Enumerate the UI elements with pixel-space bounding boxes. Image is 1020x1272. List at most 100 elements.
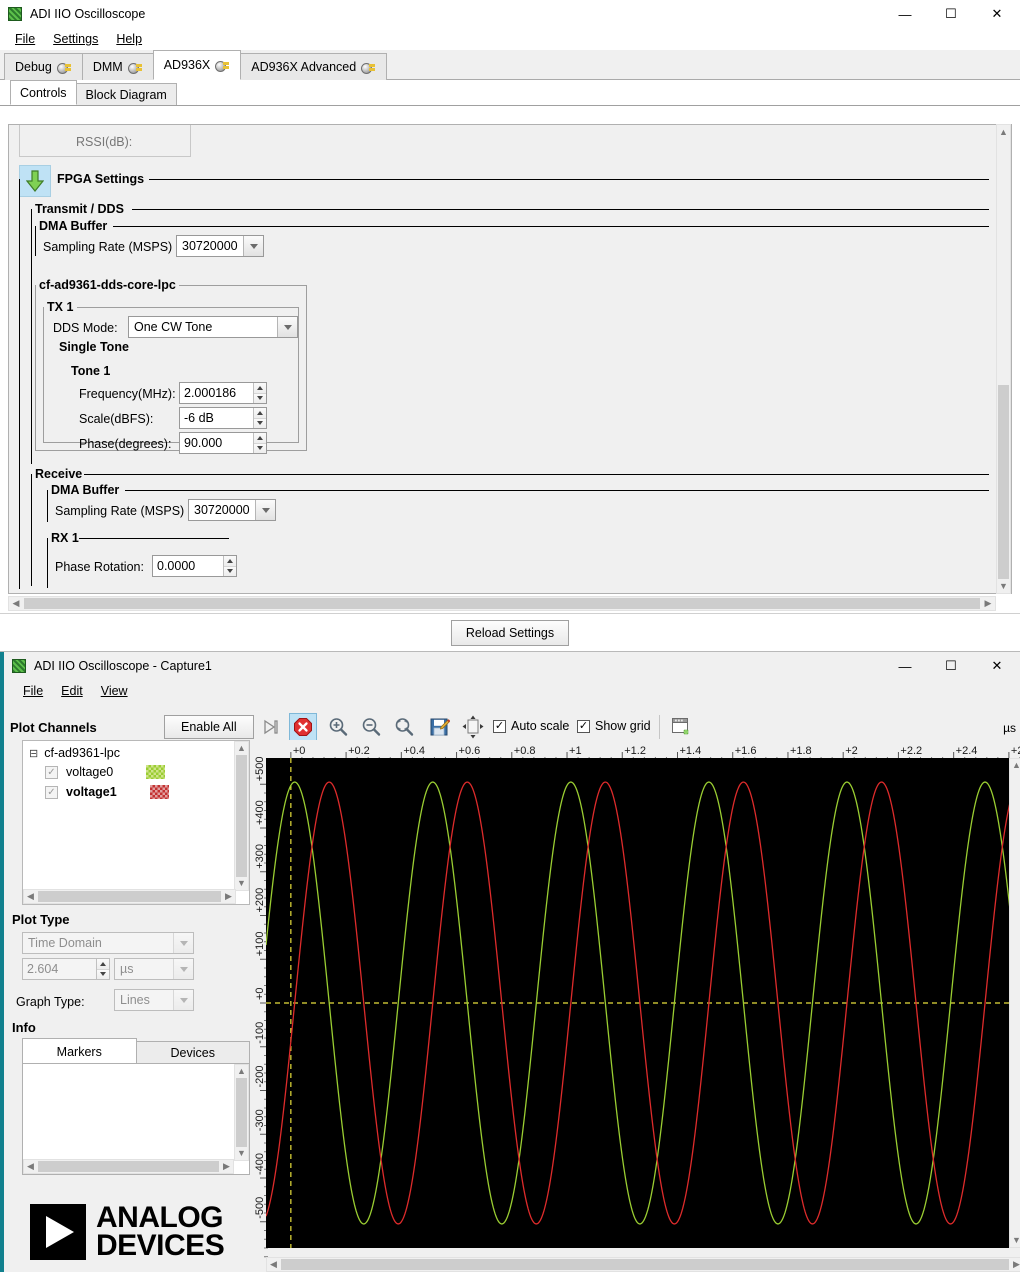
settings-vscrollbar[interactable]: ▲ ▼ xyxy=(996,124,1011,594)
markers-hscroll-thumb[interactable] xyxy=(38,1161,219,1172)
menu-edit[interactable]: Edit xyxy=(54,682,90,700)
scroll-left-icon[interactable]: ◀ xyxy=(24,1162,37,1171)
new-plot-button[interactable] xyxy=(667,713,695,741)
markers-list[interactable] xyxy=(23,1064,234,1159)
menu-file[interactable]: File xyxy=(16,682,50,700)
play-step-button[interactable] xyxy=(257,713,285,741)
scroll-down-icon[interactable]: ▼ xyxy=(999,579,1008,593)
tree-channel-row[interactable]: ✓ voltage1 xyxy=(23,779,234,799)
channels-vscroll-thumb[interactable] xyxy=(236,755,247,877)
plot-hscroll-thumb[interactable] xyxy=(281,1259,1009,1270)
checkbox-box[interactable]: ✓ xyxy=(493,719,506,733)
scroll-right-icon[interactable]: ▶ xyxy=(981,599,995,608)
markers-hscrollbar[interactable]: ◀ ▶ xyxy=(23,1159,234,1174)
spin-down-icon[interactable] xyxy=(254,418,266,428)
scale-spin-buttons[interactable] xyxy=(253,408,266,428)
markers-vscroll-thumb[interactable] xyxy=(236,1078,247,1147)
auto-scale-checkbox[interactable]: ✓ Auto scale xyxy=(493,719,569,733)
settings-hscroll-thumb[interactable] xyxy=(24,598,980,609)
tab-debug[interactable]: Debug xyxy=(4,53,83,80)
samples-unit-combo[interactable]: µs xyxy=(114,958,194,980)
tab-ad936x[interactable]: AD936X xyxy=(152,50,242,80)
tab-ad936x-advanced[interactable]: AD936X Advanced xyxy=(240,53,388,80)
plot-hscrollbar[interactable]: ◀ ▶ xyxy=(266,1257,1020,1272)
channels-hscroll-thumb[interactable] xyxy=(38,891,221,902)
settings-hscrollbar[interactable]: ◀ ▶ xyxy=(8,596,996,611)
scroll-down-icon[interactable]: ▼ xyxy=(237,877,246,890)
fpga-settings-expander[interactable] xyxy=(19,165,51,197)
dds-mode-combo[interactable]: One CW Tone xyxy=(128,316,298,338)
scroll-right-icon[interactable]: ▶ xyxy=(1010,1260,1020,1269)
scroll-right-icon[interactable]: ▶ xyxy=(220,1162,233,1171)
scroll-up-icon[interactable]: ▲ xyxy=(237,742,246,755)
scroll-left-icon[interactable]: ◀ xyxy=(9,599,23,608)
channel-checkbox[interactable]: ✓ xyxy=(45,785,58,799)
spin-up-icon[interactable] xyxy=(97,959,109,970)
graph-type-combo[interactable]: Lines xyxy=(114,989,194,1011)
zoom-in-button[interactable] xyxy=(324,713,352,741)
scroll-up-icon[interactable]: ▲ xyxy=(237,1065,246,1078)
scroll-up-icon[interactable]: ▲ xyxy=(1012,759,1020,772)
frequency-spin-buttons[interactable] xyxy=(253,383,266,403)
scale-spinner[interactable]: -6 dB xyxy=(179,407,267,429)
scroll-down-icon[interactable]: ▼ xyxy=(237,1147,246,1160)
tab-markers[interactable]: Markers xyxy=(22,1038,137,1064)
spin-down-icon[interactable] xyxy=(254,443,266,453)
settings-vscroll-thumb[interactable] xyxy=(998,385,1009,579)
phase-spinner[interactable]: 90.000 xyxy=(179,432,267,454)
checkbox-box[interactable]: ✓ xyxy=(577,719,590,733)
maximize-button[interactable]: ☐ xyxy=(928,652,974,680)
channel-color-swatch[interactable] xyxy=(146,765,166,779)
subtab-controls[interactable]: Controls xyxy=(10,80,77,105)
show-grid-checkbox[interactable]: ✓ Show grid xyxy=(577,719,651,733)
channels-hscrollbar[interactable]: ◀ ▶ xyxy=(23,889,236,904)
tree-device-row[interactable]: ⊟ cf-ad9361-lpc xyxy=(23,741,234,760)
scroll-up-icon[interactable]: ▲ xyxy=(999,125,1008,139)
subtab-block-diagram[interactable]: Block Diagram xyxy=(75,83,177,105)
fullscale-button[interactable] xyxy=(459,713,487,741)
rssi-partial-field[interactable] xyxy=(128,124,190,125)
tree-channel-row[interactable]: ✓ voltage0 xyxy=(23,760,234,779)
close-button[interactable]: ✕ xyxy=(974,0,1020,28)
tree-expander-icon[interactable]: ⊟ xyxy=(29,747,38,760)
channel-color-swatch[interactable] xyxy=(149,785,169,799)
plot-vscrollbar[interactable]: ▲ ▼ xyxy=(1009,758,1020,1248)
spin-up-icon[interactable] xyxy=(254,408,266,419)
channels-vscrollbar[interactable]: ▲ ▼ xyxy=(234,741,249,891)
close-button[interactable]: ✕ xyxy=(974,652,1020,680)
minimize-button[interactable]: — xyxy=(882,0,928,28)
tab-dmm[interactable]: DMM xyxy=(81,53,154,80)
save-plot-button[interactable] xyxy=(425,713,453,741)
spin-up-icon[interactable] xyxy=(224,556,236,567)
zoom-fit-button[interactable] xyxy=(390,713,418,741)
phase-spin-buttons[interactable] xyxy=(253,433,266,453)
menu-file[interactable]: File xyxy=(8,30,42,48)
phase-rotation-spinner[interactable]: 0.0000 xyxy=(152,555,237,577)
rx-sampling-rate-combo[interactable]: 30720000 xyxy=(188,499,276,521)
stop-button[interactable] xyxy=(289,713,317,741)
spin-down-icon[interactable] xyxy=(97,969,109,979)
scroll-down-icon[interactable]: ▼ xyxy=(1012,1234,1020,1247)
tab-devices[interactable]: Devices xyxy=(135,1041,250,1064)
markers-vscrollbar[interactable]: ▲ ▼ xyxy=(234,1064,249,1161)
minimize-button[interactable]: — xyxy=(882,652,928,680)
tx-sampling-rate-combo[interactable]: 30720000 xyxy=(176,235,264,257)
zoom-out-button[interactable] xyxy=(357,713,385,741)
plot-canvas[interactable] xyxy=(266,758,1010,1248)
spin-up-icon[interactable] xyxy=(254,433,266,444)
menu-view[interactable]: View xyxy=(94,682,135,700)
spin-down-icon[interactable] xyxy=(254,393,266,403)
samples-spin-buttons[interactable] xyxy=(96,959,109,979)
plot-domain-combo[interactable]: Time Domain xyxy=(22,932,194,954)
scroll-right-icon[interactable]: ▶ xyxy=(222,892,235,901)
phase-rotation-spin-buttons[interactable] xyxy=(223,556,236,576)
menu-settings[interactable]: Settings xyxy=(46,30,105,48)
plot-area[interactable]: +0 +0.2 +0.4 +0.6 +0.8 +1 +1.2 +1.4 +1.6 +1.8 +2 +2… xyxy=(252,740,1020,1272)
menu-help[interactable]: Help xyxy=(109,30,149,48)
spin-down-icon[interactable] xyxy=(224,566,236,576)
scroll-left-icon[interactable]: ◀ xyxy=(24,892,37,901)
enable-all-button[interactable]: Enable All xyxy=(164,715,254,739)
samples-spinner[interactable]: 2.604 xyxy=(22,958,110,980)
scroll-left-icon[interactable]: ◀ xyxy=(267,1260,280,1269)
spin-up-icon[interactable] xyxy=(254,383,266,394)
